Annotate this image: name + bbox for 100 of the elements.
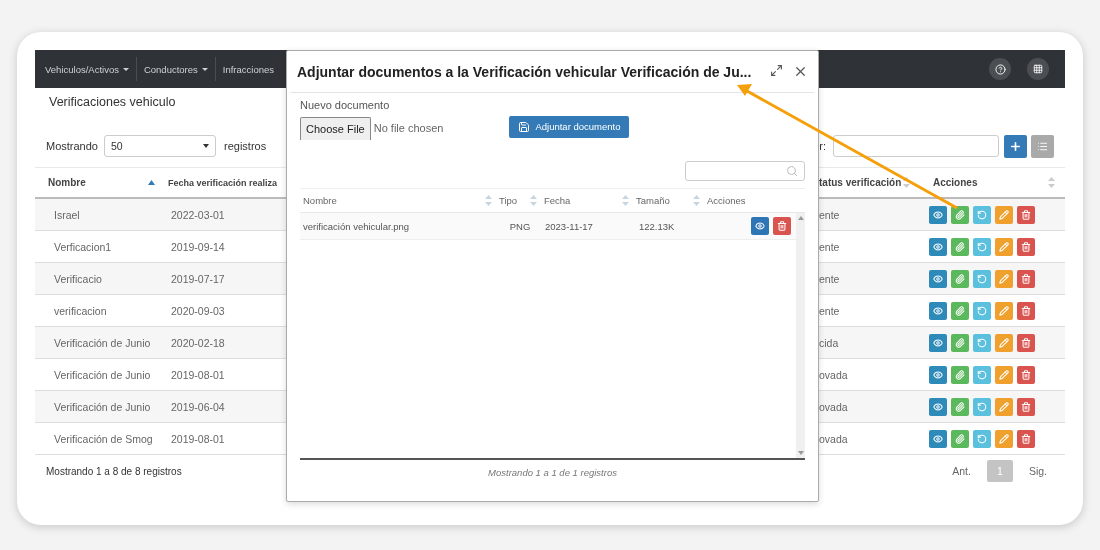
nav-menu-item[interactable]: Conductores bbox=[136, 57, 216, 81]
eye-button[interactable] bbox=[929, 429, 947, 448]
table-cell-text: ente bbox=[819, 272, 841, 285]
choose-file-button[interactable]: Choose File bbox=[300, 116, 371, 140]
column-header[interactable]: Tamaño bbox=[636, 195, 670, 206]
sort-icon[interactable] bbox=[903, 176, 910, 189]
table-cell-text: Verificacio bbox=[53, 272, 103, 285]
delete-button[interactable] bbox=[773, 217, 791, 235]
paperclip-button[interactable] bbox=[951, 237, 969, 256]
refresh-button[interactable] bbox=[973, 365, 991, 384]
apps-button[interactable] bbox=[1027, 58, 1049, 80]
refresh-button[interactable] bbox=[973, 397, 991, 416]
paperclip-icon bbox=[955, 241, 965, 252]
column-header[interactable]: Nombre bbox=[48, 177, 86, 188]
eye-button[interactable] bbox=[929, 397, 947, 416]
refresh-icon bbox=[977, 337, 987, 348]
delete-button[interactable] bbox=[1017, 205, 1035, 224]
paperclip-button[interactable] bbox=[951, 269, 969, 288]
eye-button[interactable] bbox=[929, 237, 947, 256]
column-header[interactable]: Fecha verificación realiza bbox=[168, 177, 278, 188]
column-header[interactable]: Nombre bbox=[303, 195, 337, 206]
close-icon[interactable] bbox=[793, 64, 808, 79]
refresh-button[interactable] bbox=[973, 301, 991, 320]
edit-button[interactable] bbox=[995, 365, 1013, 384]
help-icon bbox=[994, 63, 1006, 75]
eye-button[interactable] bbox=[929, 269, 947, 288]
table-cell-text: Verificación de Junio bbox=[53, 336, 152, 349]
table-cell-text: Verificación de Junio bbox=[53, 400, 152, 413]
delete-button[interactable] bbox=[1017, 429, 1035, 448]
help-button[interactable] bbox=[989, 58, 1011, 80]
sort-icon[interactable] bbox=[485, 194, 492, 207]
sort-icon[interactable] bbox=[622, 194, 629, 207]
length-label: Mostrando bbox=[46, 140, 98, 152]
edit-button[interactable] bbox=[995, 429, 1013, 448]
columns-button[interactable] bbox=[1031, 134, 1054, 158]
nav-menu-item[interactable]: Vehiculos/Activos bbox=[38, 57, 137, 81]
scroll-down-icon[interactable] bbox=[797, 451, 804, 455]
sort-icon[interactable] bbox=[693, 194, 700, 207]
page-length-select[interactable]: 50 bbox=[104, 135, 216, 157]
search-field[interactable] bbox=[833, 135, 999, 157]
refresh-button[interactable] bbox=[973, 429, 991, 448]
paperclip-button[interactable] bbox=[951, 397, 969, 416]
scroll-up-icon[interactable] bbox=[797, 216, 804, 220]
table-cell-text: 2023-11-17 bbox=[544, 220, 594, 232]
sort-icon[interactable] bbox=[530, 194, 537, 207]
eye-button[interactable] bbox=[929, 301, 947, 320]
list-icon bbox=[1037, 140, 1048, 152]
paperclip-button[interactable] bbox=[951, 301, 969, 320]
sort-ascending-icon[interactable] bbox=[148, 180, 155, 185]
delete-button[interactable] bbox=[1017, 397, 1035, 416]
refresh-button[interactable] bbox=[973, 333, 991, 352]
paperclip-button[interactable] bbox=[951, 333, 969, 352]
column-header[interactable]: Tipo bbox=[499, 195, 518, 206]
view-button[interactable] bbox=[751, 217, 769, 235]
delete-icon bbox=[1021, 209, 1031, 220]
eye-button[interactable] bbox=[929, 365, 947, 384]
paperclip-icon bbox=[955, 369, 965, 380]
edit-icon bbox=[999, 337, 1009, 348]
eye-button[interactable] bbox=[929, 333, 947, 352]
attach-document-button[interactable]: Adjuntar documento bbox=[509, 115, 630, 138]
nav-menu-item[interactable]: Infracciones bbox=[215, 57, 282, 81]
column-header[interactable]: Acciones bbox=[707, 195, 746, 206]
column-header[interactable]: tatus verificación bbox=[819, 177, 902, 188]
edit-button[interactable] bbox=[995, 333, 1013, 352]
refresh-button[interactable] bbox=[973, 269, 991, 288]
delete-button[interactable] bbox=[1017, 269, 1035, 288]
column-header[interactable]: Acciones bbox=[933, 177, 978, 188]
delete-icon bbox=[1021, 305, 1031, 316]
expand-icon[interactable] bbox=[770, 64, 783, 77]
search-field[interactable] bbox=[685, 161, 805, 181]
delete-button[interactable] bbox=[1017, 237, 1035, 256]
delete-button[interactable] bbox=[1017, 365, 1035, 384]
table-cell-text: ente bbox=[819, 208, 841, 221]
column-header[interactable]: Fecha bbox=[544, 195, 571, 206]
refresh-icon bbox=[977, 401, 987, 412]
modal-title: Adjuntar documentos a la Verificación vehicular Verificación de Ju... bbox=[297, 63, 752, 80]
previous-page-link[interactable]: Ant. bbox=[944, 465, 979, 477]
edit-icon bbox=[999, 273, 1009, 284]
table-cell-text: 2019-07-17 bbox=[170, 272, 226, 285]
edit-button[interactable] bbox=[995, 205, 1013, 224]
paperclip-button[interactable] bbox=[951, 365, 969, 384]
plus-icon bbox=[1009, 139, 1022, 153]
scrollbar[interactable] bbox=[796, 213, 805, 458]
delete-icon bbox=[1021, 369, 1031, 380]
edit-button[interactable] bbox=[995, 397, 1013, 416]
edit-button[interactable] bbox=[995, 301, 1013, 320]
paperclip-button[interactable] bbox=[951, 429, 969, 448]
delete-button[interactable] bbox=[1017, 301, 1035, 320]
add-button[interactable] bbox=[1004, 134, 1027, 158]
sort-icon[interactable] bbox=[1048, 176, 1055, 189]
eye-button[interactable] bbox=[929, 205, 947, 224]
next-page-link[interactable]: Sig. bbox=[1020, 465, 1055, 477]
refresh-button[interactable] bbox=[973, 237, 991, 256]
paperclip-button[interactable] bbox=[951, 205, 969, 224]
delete-button[interactable] bbox=[1017, 333, 1035, 352]
refresh-button[interactable] bbox=[973, 205, 991, 224]
edit-button[interactable] bbox=[995, 237, 1013, 256]
paperclip-icon bbox=[955, 337, 965, 348]
edit-button[interactable] bbox=[995, 269, 1013, 288]
refresh-icon bbox=[977, 273, 987, 284]
